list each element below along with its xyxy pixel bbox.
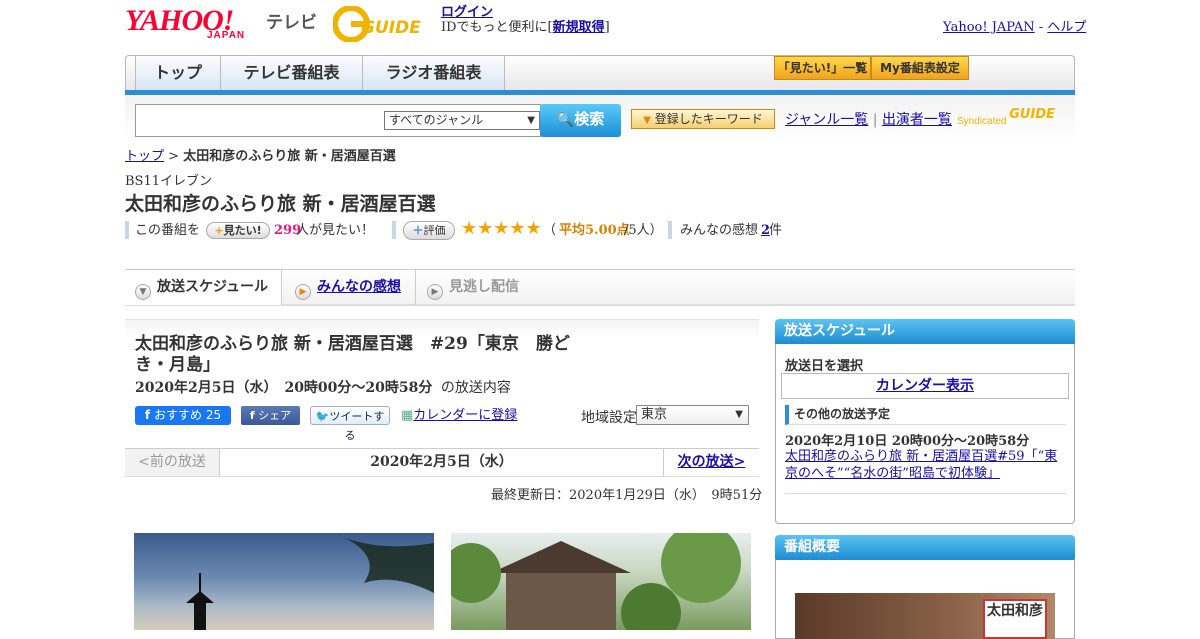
- dropdown-arrow-icon: ▼: [735, 409, 743, 420]
- current-broadcast-date: 2020年2月5日（水）: [220, 449, 663, 476]
- twitter-bird-icon: 🐦: [315, 410, 330, 423]
- region-select[interactable]: 東京 ▼: [636, 405, 749, 425]
- tab-top[interactable]: トップ: [135, 56, 221, 90]
- calendar-view-button[interactable]: カレンダー表示: [781, 373, 1069, 399]
- tv-label: テレビ: [266, 13, 317, 33]
- login-link[interactable]: ログイン: [441, 5, 493, 20]
- next-schedule-link[interactable]: 太田和彦のふらり旅 新・居酒屋百選#59「“東京のへそ”“名水の街”昭島で初体験…: [785, 448, 1065, 482]
- tab-impressions[interactable]: ▶ みんなの感想: [283, 270, 416, 305]
- breadcrumb: トップ > 太田和彦のふらり旅 新・居酒屋百選: [125, 149, 396, 164]
- tab-schedule[interactable]: ▼ 放送スケジュール: [125, 270, 282, 305]
- chevron-down-icon: ▼: [135, 284, 151, 300]
- help-link[interactable]: ヘルプ: [1047, 20, 1086, 35]
- divider: [785, 493, 1066, 494]
- overview-sidebar: 太田和彦: [775, 559, 1075, 639]
- next-broadcast-button[interactable]: 次の放送>: [663, 449, 759, 476]
- play-icon: ▶: [427, 284, 443, 300]
- rating-button[interactable]: ＋評価: [403, 221, 455, 240]
- schedule-sidebar-header: 放送スケジュール: [775, 319, 1075, 344]
- signup-link[interactable]: 新規取得: [553, 20, 605, 35]
- dropdown-arrow-icon: ▼: [527, 115, 535, 126]
- dropdown-icon: ▼: [643, 115, 651, 126]
- program-tabs: ▼ 放送スケジュール ▶ みんなの感想 ▶ 見逃し配信: [125, 269, 1075, 306]
- page-title: 太田和彦のふらり旅 新・居酒屋百選: [125, 193, 436, 215]
- want-list-button[interactable]: 「見たい!」一覧: [774, 56, 871, 80]
- search-button[interactable]: 🔍検索: [540, 104, 621, 137]
- rating-count: /5人）: [624, 223, 663, 238]
- tab-missed-streaming[interactable]: ▶ 見逃し配信: [417, 270, 547, 305]
- region-label: 地域設定: [581, 410, 637, 426]
- facebook-icon: f: [249, 409, 255, 422]
- program-meta: この番組を +見たい! 299 人が見たい！ ＋評価 ★★★★★ （ 平均5.0…: [125, 218, 825, 241]
- divider: [392, 221, 396, 239]
- overview-sign: 太田和彦: [983, 599, 1047, 639]
- calendar-register[interactable]: ▦カレンダーに登録: [401, 406, 526, 425]
- login-text: IDでもっと便利に[: [441, 20, 553, 35]
- search-icon: 🔍: [556, 112, 575, 128]
- overview-photo: 太田和彦: [795, 593, 1055, 639]
- want-button[interactable]: +見たい!: [206, 222, 270, 239]
- episode-photo-temple: [451, 533, 751, 630]
- select-date-label: 放送日を選択: [785, 359, 864, 374]
- last-updated: 最終更新日：2020年1月29日（水） 9時51分: [491, 488, 763, 503]
- registered-keyword-button[interactable]: ▼ 登録したキーワード: [631, 109, 775, 129]
- plus-icon: +: [214, 224, 224, 237]
- channel-name: BS11イレブン: [125, 174, 213, 189]
- breadcrumb-current: 太田和彦のふらり旅 新・居酒屋百選: [183, 149, 396, 164]
- facebook-recommend-button[interactable]: f おすすめ 25: [135, 406, 231, 425]
- calendar-icon: ▦: [401, 408, 414, 423]
- divider: [668, 221, 672, 239]
- facebook-icon: f: [144, 408, 151, 422]
- prev-broadcast-button[interactable]: <前の放送: [125, 449, 220, 476]
- main-nav: トップ テレビ番組表 ラジオ番組表 「見たい!」一覧 My番組表設定: [125, 55, 1075, 95]
- yahoo-japan-link[interactable]: Yahoo! JAPAN: [943, 20, 1035, 35]
- performer-list-link[interactable]: 出演者一覧: [882, 112, 952, 128]
- episode-datetime: 2020年2月5日（水） 20時00分～20時58分 の放送内容: [135, 380, 511, 396]
- header-links: Yahoo! JAPAN - ヘルプ: [943, 20, 1087, 35]
- genre-list-link[interactable]: ジャンル一覧: [785, 112, 868, 128]
- svg-text:GUIDE: GUIDE: [361, 18, 421, 38]
- gguide-logo[interactable]: GUIDE: [332, 5, 433, 43]
- tab-radio-guide[interactable]: ラジオ番組表: [362, 56, 505, 90]
- yahoo-japan-logo[interactable]: YAHOO! JAPAN: [125, 6, 261, 42]
- genre-select[interactable]: すべてのジャンル ▼: [384, 111, 540, 130]
- breadcrumb-top-link[interactable]: トップ: [125, 149, 164, 164]
- play-icon: ▶: [295, 284, 311, 300]
- next-schedule-datetime: 2020年2月10日 20時00分～20時58分: [785, 434, 1030, 449]
- divider: [125, 221, 129, 239]
- search-links: ジャンル一覧 | 出演者一覧: [785, 112, 952, 128]
- syndicated-gguide-logo: Syndicated GUIDE: [957, 107, 1056, 127]
- tab-tv-guide[interactable]: テレビ番組表: [220, 56, 363, 90]
- facebook-share-button[interactable]: f シェア: [241, 406, 300, 425]
- broadcast-navigation: <前の放送 2020年2月5日（水） 次の放送>: [125, 448, 759, 477]
- my-guide-settings-button[interactable]: My番組表設定: [871, 56, 969, 80]
- plus-icon: ＋: [412, 224, 424, 237]
- episode-title: 太田和彦のふらり旅 新・居酒屋百選 #29「東京 勝どき・月島」: [135, 334, 570, 375]
- episode-photo-pagoda: [134, 533, 434, 630]
- other-schedule-header: その他の放送予定: [785, 405, 1066, 425]
- login-area: ログイン IDでもっと便利に[新規取得]: [441, 5, 610, 35]
- rating-average: 平均5.00点: [559, 223, 630, 238]
- tweet-button[interactable]: 🐦ツイートする: [310, 406, 390, 442]
- rating-stars: ★★★★★: [461, 218, 542, 239]
- overview-sidebar-header: 番組概要: [775, 535, 1075, 560]
